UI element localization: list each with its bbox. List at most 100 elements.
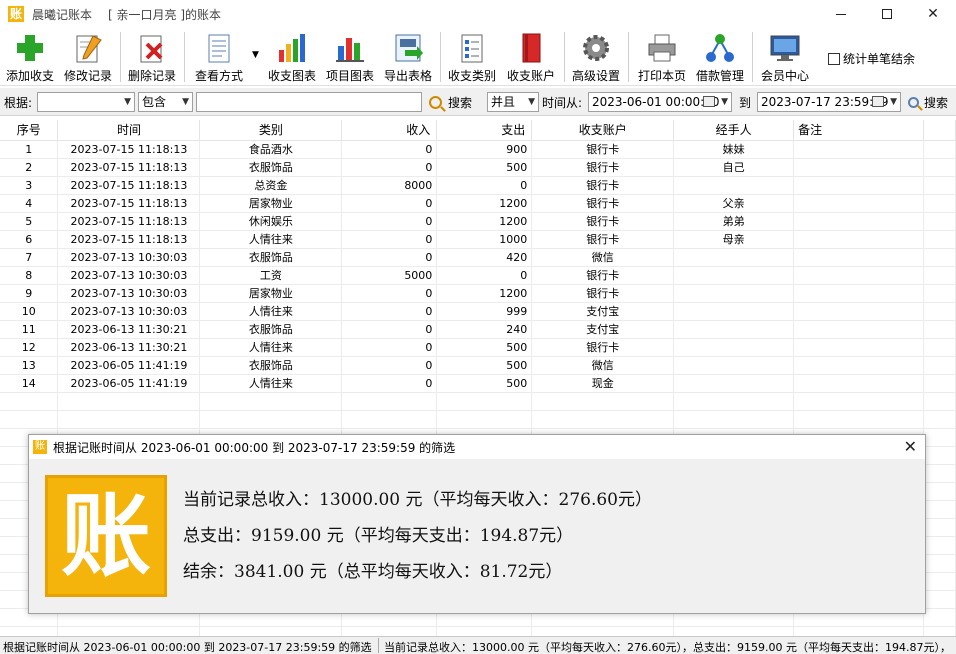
delete-icon <box>140 35 163 63</box>
empty-cell <box>436 410 533 429</box>
member-center-button[interactable]: 会员中心 <box>758 30 812 84</box>
cell-category: 居家物业 <box>199 284 343 303</box>
cell-income: 0 <box>341 158 438 177</box>
toolbar-divider <box>564 32 565 82</box>
income-account-button[interactable]: 收支账户 <box>504 30 558 84</box>
time-to-picker[interactable]: 2023-07-17 23:59:59 ▼ <box>757 92 901 112</box>
table-row[interactable]: 10 2023-07-13 10:30:03 人情往来 0 999 支付宝 <box>0 302 956 321</box>
filter-logic-select[interactable]: 并且 ▼ <box>487 92 539 112</box>
total-income-line: 当前记录总收入：13000.00 元（平均每天收入：276.60元） <box>183 490 653 510</box>
empty-cell <box>923 428 956 447</box>
toolbar-divider <box>628 32 629 82</box>
advanced-settings-button[interactable]: 高级设置 <box>570 30 622 84</box>
time-search-button[interactable]: 搜索 <box>908 94 948 111</box>
cell-handler <box>673 374 795 393</box>
print-page-button[interactable]: 打印本页 <box>636 30 688 84</box>
cell-expense: 1200 <box>436 212 533 231</box>
cell-time: 2023-07-15 11:18:13 <box>57 158 201 177</box>
summary-dialog-title: 根据记账时间从 2023-06-01 00:00:00 到 2023-07-17… <box>53 440 456 455</box>
table-row[interactable]: 8 2023-07-13 10:30:03 工资 5000 0 银行卡 <box>0 266 956 285</box>
table-row[interactable]: 4 2023-07-15 11:18:13 居家物业 0 1200 银行卡 父亲 <box>0 194 956 213</box>
total-expense-line: 总支出：9159.00 元（平均每天支出：194.87元） <box>183 526 574 546</box>
empty-cell <box>673 626 795 636</box>
empty-cell <box>923 500 956 519</box>
add-record-button[interactable]: 添加收支 <box>4 30 56 84</box>
filter-by-label: 根据: <box>4 96 33 110</box>
table-row[interactable]: 14 2023-06-05 11:41:19 人情往来 0 500 现金 <box>0 374 956 393</box>
ledger-logo-glyph: 账 <box>61 483 151 589</box>
table-row[interactable]: 7 2023-07-13 10:30:03 衣服饰品 0 420 微信 <box>0 248 956 267</box>
cell-category: 人情往来 <box>199 374 343 393</box>
cell-expense: 500 <box>436 338 533 357</box>
table-row[interactable]: 9 2023-07-13 10:30:03 居家物业 0 1200 银行卡 <box>0 284 956 303</box>
cell-index: 7 <box>0 248 59 267</box>
column-header-index[interactable]: 序号 <box>0 120 59 141</box>
status-divider <box>378 638 379 653</box>
column-header-time[interactable]: 时间 <box>57 120 201 141</box>
cell-note <box>793 302 924 321</box>
search-icon <box>429 96 442 109</box>
export-table-label: 导出表格 <box>383 69 432 83</box>
empty-cell <box>531 410 675 429</box>
table-row[interactable]: 12 2023-06-13 11:30:21 人情往来 0 500 银行卡 <box>0 338 956 357</box>
time-from-picker[interactable]: 2023-06-01 00:00:00 ▼ <box>588 92 732 112</box>
table-row[interactable]: 5 2023-07-15 11:18:13 休闲娱乐 0 1200 银行卡 弟弟 <box>0 212 956 231</box>
edit-record-button[interactable]: 修改记录 <box>62 30 114 84</box>
cell-category: 人情往来 <box>199 302 343 321</box>
cell-account: 银行卡 <box>531 194 675 213</box>
calendar-icon <box>703 96 715 107</box>
table-row[interactable]: 1 2023-07-15 11:18:13 食品酒水 0 900 银行卡 妹妹 <box>0 140 956 159</box>
view-mode-dropdown-icon[interactable]: ▼ <box>252 50 259 60</box>
keyword-input[interactable] <box>196 92 422 112</box>
income-category-button[interactable]: 收支类别 <box>446 30 498 84</box>
maximize-button[interactable] <box>864 0 910 28</box>
empty-cell <box>531 392 675 411</box>
filter-field-select[interactable]: ▼ <box>37 92 135 112</box>
cell-income: 0 <box>341 140 438 159</box>
table-header-row: 序号 时间 类别 收入 支出 收支账户 经手人 备注 <box>0 120 956 141</box>
column-header-note[interactable]: 备注 <box>793 120 924 141</box>
cell-income: 0 <box>341 302 438 321</box>
cell-time: 2023-06-05 11:41:19 <box>57 374 201 393</box>
cell-handler <box>673 320 795 339</box>
column-header-account[interactable]: 收支账户 <box>531 120 675 141</box>
column-header-income[interactable]: 收入 <box>341 120 438 141</box>
column-header-handler[interactable]: 经手人 <box>673 120 795 141</box>
checkbox-box[interactable] <box>828 52 840 65</box>
delete-record-button[interactable]: 删除记录 <box>126 30 178 84</box>
view-mode-button[interactable]: 查看方式 <box>192 30 246 84</box>
table-row[interactable]: 13 2023-06-05 11:41:19 衣服饰品 0 500 微信 <box>0 356 956 375</box>
edit-icon <box>76 35 102 63</box>
export-table-button[interactable]: 导出表格 <box>382 30 434 84</box>
table-row[interactable]: 6 2023-07-15 11:18:13 人情往来 0 1000 银行卡 母亲 <box>0 230 956 249</box>
filter-match-select[interactable]: 包含 ▼ <box>138 92 193 112</box>
keyword-search-button[interactable]: 搜索 <box>429 94 472 111</box>
cell-index: 13 <box>0 356 59 375</box>
view-icon <box>208 34 230 63</box>
empty-cell <box>923 482 956 501</box>
cell-empty <box>923 194 956 213</box>
empty-cell <box>57 410 201 429</box>
empty-cell <box>673 392 795 411</box>
empty-cell <box>436 392 533 411</box>
table-row[interactable]: 2 2023-07-15 11:18:13 衣服饰品 0 500 银行卡 自己 <box>0 158 956 177</box>
loan-management-button[interactable]: 借款管理 <box>694 30 746 84</box>
table-row[interactable]: 11 2023-06-13 11:30:21 衣服饰品 0 240 支付宝 <box>0 320 956 339</box>
column-header-expense[interactable]: 支出 <box>436 120 533 141</box>
stat-single-balance-checkbox[interactable]: 统计单笔结余 <box>828 50 915 67</box>
minimize-button[interactable] <box>818 0 864 28</box>
filter-logic-value: 并且 <box>491 95 516 109</box>
cell-handler <box>673 302 795 321</box>
income-chart-button[interactable]: 收支图表 <box>266 30 318 84</box>
project-chart-button[interactable]: 项目图表 <box>324 30 376 84</box>
close-button[interactable]: ✕ <box>910 0 956 28</box>
table-row[interactable]: 3 2023-07-15 11:18:13 总资金 8000 0 银行卡 <box>0 176 956 195</box>
cell-index: 6 <box>0 230 59 249</box>
cell-note <box>793 212 924 231</box>
column-header-category[interactable]: 类别 <box>199 120 343 141</box>
cell-index: 3 <box>0 176 59 195</box>
dialog-close-icon[interactable]: ✕ <box>904 437 917 456</box>
cell-expense: 420 <box>436 248 533 267</box>
cell-index: 4 <box>0 194 59 213</box>
cell-handler <box>673 176 795 195</box>
